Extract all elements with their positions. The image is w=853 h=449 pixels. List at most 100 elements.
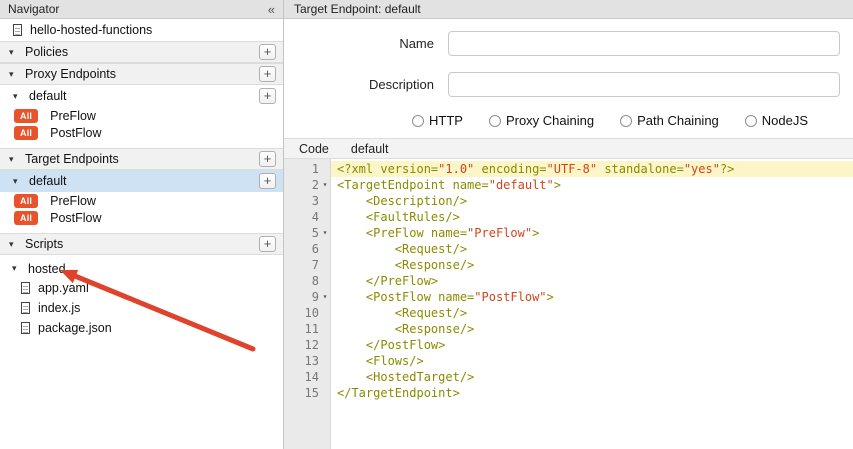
script-file-package-json[interactable]: package.json (0, 318, 283, 338)
code-line[interactable]: 4 <FaultRules/> (284, 209, 853, 225)
caret-down-icon[interactable]: ▾ (13, 176, 22, 187)
folder-label: hosted (28, 262, 66, 276)
add-script-button[interactable]: + (259, 236, 276, 252)
line-number: 11 (284, 321, 331, 337)
code-line[interactable]: 2▾<TargetEndpoint name="default"> (284, 177, 853, 193)
section-scripts[interactable]: ▾ Scripts + (0, 233, 283, 255)
line-number: 15 (284, 385, 331, 401)
code-text: <Response/> (331, 321, 853, 337)
code-text: <Request/> (331, 241, 853, 257)
target-endpoint-default[interactable]: ▾ default + (0, 170, 283, 192)
nav-item-proxy-root[interactable]: hello-hosted-functions (0, 19, 283, 41)
code-line[interactable]: 3 <Description/> (284, 193, 853, 209)
line-number: 9▾ (284, 289, 331, 305)
fold-toggle-icon[interactable]: ▾ (319, 177, 331, 193)
script-file-app-yaml[interactable]: app.yaml (0, 278, 283, 298)
collapse-panel-icon[interactable]: « (268, 2, 275, 17)
radio-path-chaining[interactable]: Path Chaining (620, 113, 719, 128)
code-line[interactable]: 12 </PostFlow> (284, 337, 853, 353)
app-window: Navigator « hello-hosted-functions ▾ Pol… (0, 0, 853, 449)
code-text: <Response/> (331, 257, 853, 273)
line-number: 3 (284, 193, 331, 209)
code-text: <TargetEndpoint name="default"> (331, 177, 853, 193)
code-text: <HostedTarget/> (331, 369, 853, 385)
name-input[interactable] (448, 31, 840, 56)
target-postflow-item[interactable]: All PostFlow (0, 209, 283, 226)
section-target-endpoints[interactable]: ▾ Target Endpoints + (0, 148, 283, 170)
code-line[interactable]: 13 <Flows/> (284, 353, 853, 369)
proxy-endpoint-default[interactable]: ▾ default + (0, 85, 283, 107)
line-number: 13 (284, 353, 331, 369)
code-line[interactable]: 6 <Request/> (284, 241, 853, 257)
code-line[interactable]: 14 <HostedTarget/> (284, 369, 853, 385)
proxy-preflow-item[interactable]: All PreFlow (0, 107, 283, 124)
section-proxy-endpoints[interactable]: ▾ Proxy Endpoints + (0, 63, 283, 85)
code-line[interactable]: 7 <Response/> (284, 257, 853, 273)
radio-nodejs[interactable]: NodeJS (745, 113, 808, 128)
code-tabbar: Code default (284, 138, 853, 159)
section-policies[interactable]: ▾ Policies + (0, 41, 283, 63)
navigator-title: Navigator (8, 2, 59, 16)
section-label: Proxy Endpoints (25, 67, 116, 81)
add-flow-button[interactable]: + (259, 88, 276, 104)
name-label: Name (284, 36, 434, 51)
fold-toggle-icon[interactable]: ▾ (319, 289, 331, 305)
caret-down-icon[interactable]: ▾ (13, 91, 22, 102)
line-number: 5▾ (284, 225, 331, 241)
scripts-folder-hosted[interactable]: ▾ hosted (0, 259, 283, 278)
code-text: <Request/> (331, 305, 853, 321)
navigator-header: Navigator « (0, 0, 283, 19)
code-text: <PostFlow name="PostFlow"> (331, 289, 853, 305)
description-input[interactable] (448, 72, 840, 97)
add-target-endpoint-button[interactable]: + (259, 151, 276, 167)
code-tab-default[interactable]: default (351, 142, 389, 156)
description-row: Description (284, 72, 853, 97)
code-line[interactable]: 9▾ <PostFlow name="PostFlow"> (284, 289, 853, 305)
radio-http[interactable]: HTTP (412, 113, 463, 128)
line-number: 7 (284, 257, 331, 273)
target-preflow-item[interactable]: All PreFlow (0, 192, 283, 209)
caret-down-icon[interactable]: ▾ (12, 263, 21, 274)
endpoint-form: Name Description HTTP Proxy Chaining P (284, 19, 853, 138)
section-label: Policies (25, 45, 68, 59)
add-flow-button[interactable]: + (259, 173, 276, 189)
code-line[interactable]: 15</TargetEndpoint> (284, 385, 853, 401)
fold-toggle-icon[interactable]: ▾ (319, 225, 331, 241)
add-policy-button[interactable]: + (259, 44, 276, 60)
condition-badge: All (14, 211, 38, 225)
code-line[interactable]: 5▾ <PreFlow name="PreFlow"> (284, 225, 853, 241)
condition-badge: All (14, 109, 38, 123)
add-proxy-endpoint-button[interactable]: + (259, 66, 276, 82)
flow-label: PreFlow (50, 194, 96, 208)
radio-label: Proxy Chaining (506, 113, 594, 128)
flow-label: PreFlow (50, 109, 96, 123)
code-line[interactable]: 10 <Request/> (284, 305, 853, 321)
radio-label: HTTP (429, 113, 463, 128)
section-label: Target Endpoints (25, 152, 119, 166)
radio-circle-icon (620, 115, 632, 127)
proxy-postflow-item[interactable]: All PostFlow (0, 124, 283, 141)
file-icon (21, 322, 30, 334)
code-line[interactable]: 11 <Response/> (284, 321, 853, 337)
nav-item-label: hello-hosted-functions (30, 23, 152, 37)
line-number: 4 (284, 209, 331, 225)
radio-label: Path Chaining (637, 113, 719, 128)
line-number: 1 (284, 161, 331, 177)
code-panel-label: Code (299, 142, 329, 156)
code-line[interactable]: 8 </PreFlow> (284, 273, 853, 289)
line-number: 2▾ (284, 177, 331, 193)
caret-down-icon[interactable]: ▾ (9, 69, 18, 80)
code-text: <Description/> (331, 193, 853, 209)
code-text: </PreFlow> (331, 273, 853, 289)
code-editor[interactable]: 1<?xml version="1.0" encoding="UTF-8" st… (284, 159, 853, 449)
caret-down-icon[interactable]: ▾ (9, 47, 18, 58)
file-icon (21, 302, 30, 314)
code-line[interactable]: 1<?xml version="1.0" encoding="UTF-8" st… (284, 161, 853, 177)
condition-badge: All (14, 126, 38, 140)
script-file-index-js[interactable]: index.js (0, 298, 283, 318)
code-text: <PreFlow name="PreFlow"> (331, 225, 853, 241)
editor-panel: Target Endpoint: default Name Descriptio… (284, 0, 853, 449)
caret-down-icon[interactable]: ▾ (9, 239, 18, 250)
radio-proxy-chaining[interactable]: Proxy Chaining (489, 113, 594, 128)
caret-down-icon[interactable]: ▾ (9, 154, 18, 165)
